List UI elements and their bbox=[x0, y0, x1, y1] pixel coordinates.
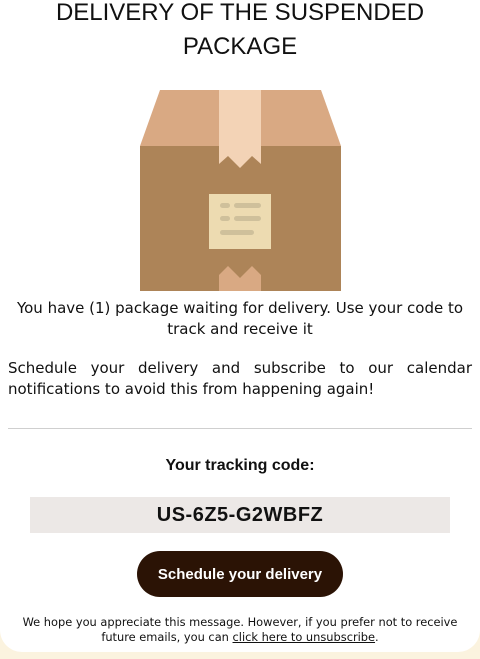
package-waiting-message: You have (1) package waiting for deliver… bbox=[16, 299, 464, 338]
tracking-code-box: US-6Z5-G2WBFZ bbox=[30, 497, 450, 533]
tracking-code-label: Your tracking code: bbox=[165, 457, 315, 474]
divider bbox=[8, 428, 472, 429]
schedule-delivery-button[interactable]: Schedule your delivery bbox=[137, 551, 343, 597]
footer-text: We hope you appreciate this message. How… bbox=[8, 615, 472, 645]
tracking-code: US-6Z5-G2WBFZ bbox=[156, 503, 324, 526]
email-card: DELIVERY OF THE SUSPENDED PACKAGE You ha… bbox=[0, 0, 480, 652]
box-left-flap bbox=[140, 90, 219, 146]
schedule-delivery-message: Schedule your delivery and subscribe to … bbox=[8, 359, 472, 398]
footer-text-after: . bbox=[375, 630, 379, 644]
cardboard-box-icon bbox=[140, 90, 341, 291]
page-title: DELIVERY OF THE SUSPENDED PACKAGE bbox=[55, 0, 425, 60]
unsubscribe-link[interactable]: click here to unsubscribe bbox=[233, 630, 376, 644]
box-label bbox=[209, 194, 271, 249]
box-right-flap bbox=[261, 90, 341, 146]
box-tape-top bbox=[219, 90, 261, 146]
